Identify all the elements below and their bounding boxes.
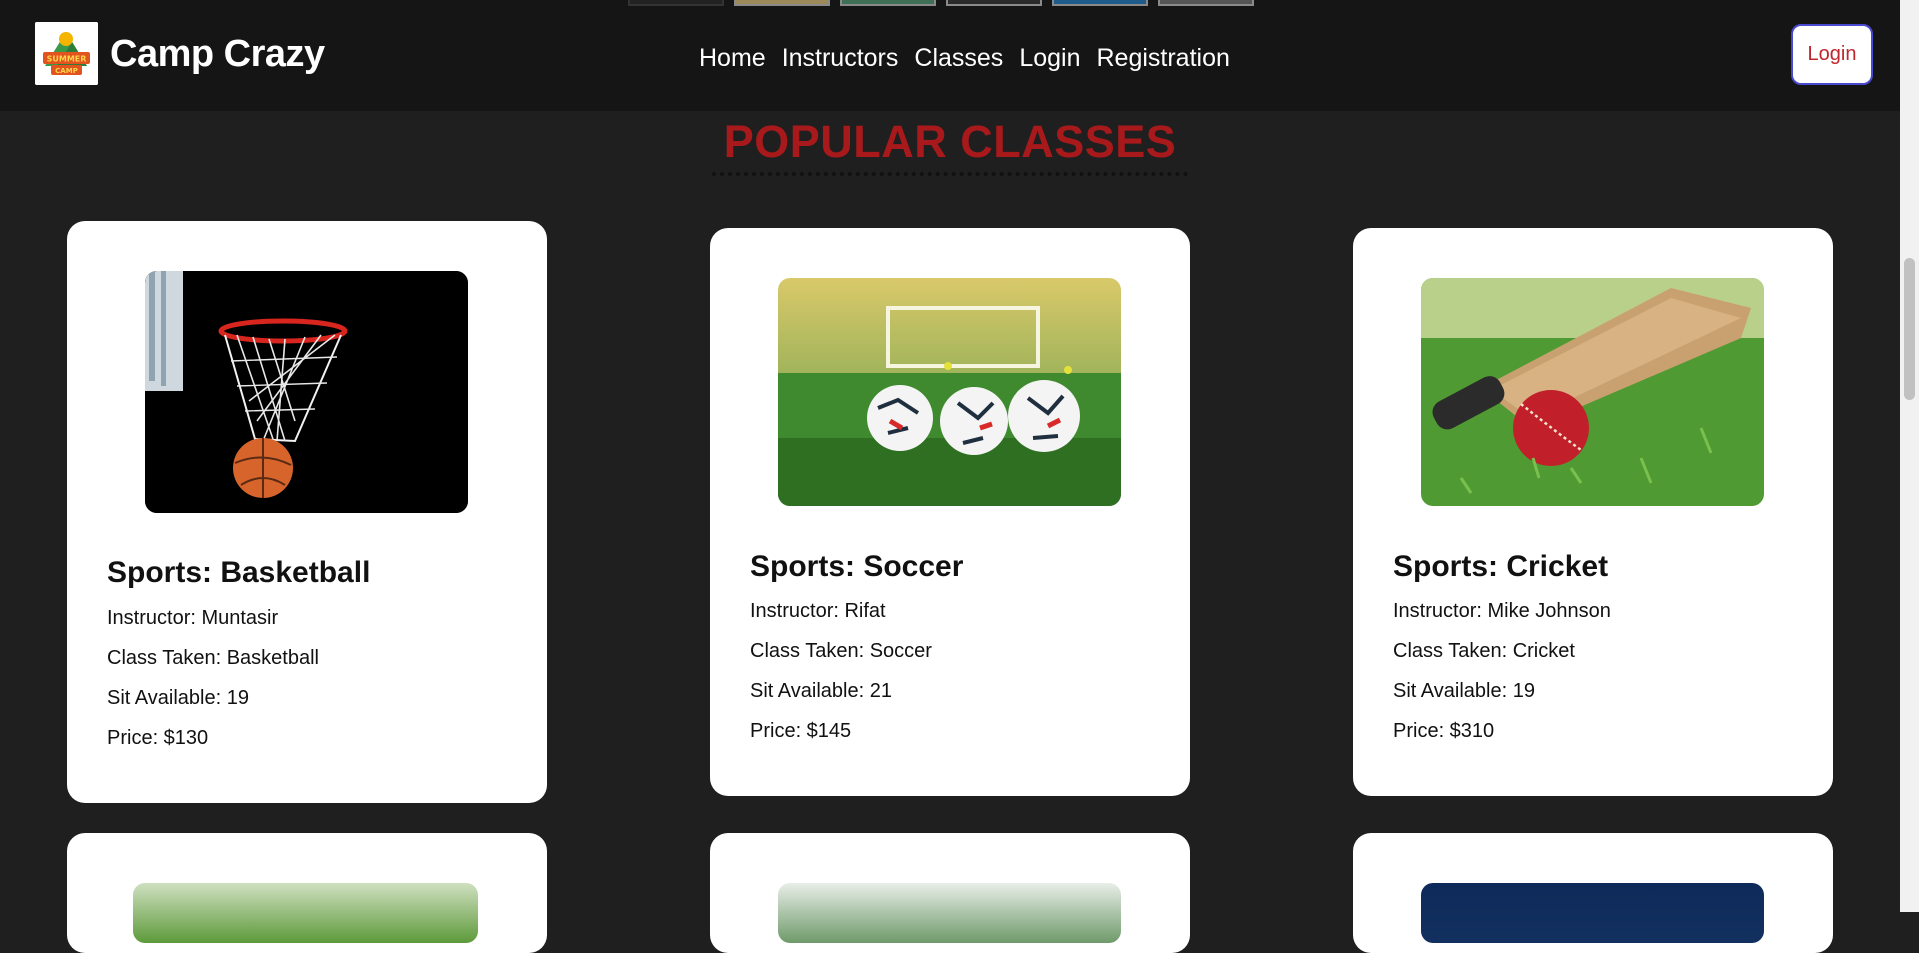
carousel-thumbnail[interactable] [1052, 0, 1148, 6]
class-card: Sports: Basketball Instructor: Muntasir … [67, 221, 547, 803]
soccer-balls-image [778, 278, 1121, 506]
class-title: Sports: Soccer [750, 550, 964, 583]
class-taken: Class Taken: Basketball [107, 647, 319, 669]
svg-text:CAMP: CAMP [55, 67, 78, 75]
carousel-thumbnail[interactable] [946, 0, 1042, 6]
page-scrollbar[interactable] [1900, 0, 1919, 912]
navbar: SUMMER CAMP Camp Crazy Home Instructors … [0, 0, 1900, 111]
class-image [1421, 883, 1764, 943]
carousel-thumbnail[interactable] [628, 0, 724, 6]
class-image [778, 883, 1121, 943]
scrollbar-thumb[interactable] [1904, 258, 1915, 400]
carousel-thumbnail[interactable] [840, 0, 936, 6]
class-title: Sports: Cricket [1393, 550, 1609, 583]
carousel-thumbnail[interactable] [1158, 0, 1254, 6]
section-title: POPULAR CLASSES [712, 116, 1188, 176]
class-title: Sports: Basketball [107, 556, 371, 589]
nav-login[interactable]: Login [1019, 44, 1080, 73]
nav-instructors[interactable]: Instructors [782, 44, 899, 73]
class-price: Price: $130 [107, 727, 209, 749]
class-card [710, 833, 1190, 953]
class-card: Sports: Cricket Instructor: Mike Johnson… [1353, 228, 1833, 796]
nav-home[interactable]: Home [699, 44, 766, 73]
svg-text:SUMMER: SUMMER [47, 55, 87, 64]
class-seats: Sit Available: 19 [107, 687, 249, 709]
class-taken: Class Taken: Soccer [750, 640, 932, 662]
summer-camp-logo[interactable]: SUMMER CAMP [35, 22, 98, 85]
class-card [67, 833, 547, 953]
class-card [1353, 833, 1833, 953]
class-image [133, 883, 478, 943]
cricket-bat-ball-image [1421, 278, 1764, 506]
nav-registration[interactable]: Registration [1096, 44, 1229, 73]
login-button[interactable]: Login [1791, 24, 1873, 85]
carousel-thumbnail[interactable] [734, 0, 830, 6]
class-taken: Class Taken: Cricket [1393, 640, 1575, 662]
brand-name[interactable]: Camp Crazy [110, 33, 325, 76]
class-instructor: Instructor: Mike Johnson [1393, 600, 1611, 622]
class-price: Price: $145 [750, 720, 852, 742]
nav-classes[interactable]: Classes [914, 44, 1003, 73]
class-instructor: Instructor: Muntasir [107, 607, 279, 629]
class-instructor: Instructor: Rifat [750, 600, 886, 622]
carousel-thumbnails [628, 0, 1254, 8]
main-nav: Home Instructors Classes Login Registrat… [699, 44, 1230, 73]
class-price: Price: $310 [1393, 720, 1495, 742]
class-card: Sports: Soccer Instructor: Rifat Class T… [710, 228, 1190, 796]
class-seats: Sit Available: 19 [1393, 680, 1535, 702]
basketball-hoop-image [145, 271, 468, 513]
class-seats: Sit Available: 21 [750, 680, 892, 702]
